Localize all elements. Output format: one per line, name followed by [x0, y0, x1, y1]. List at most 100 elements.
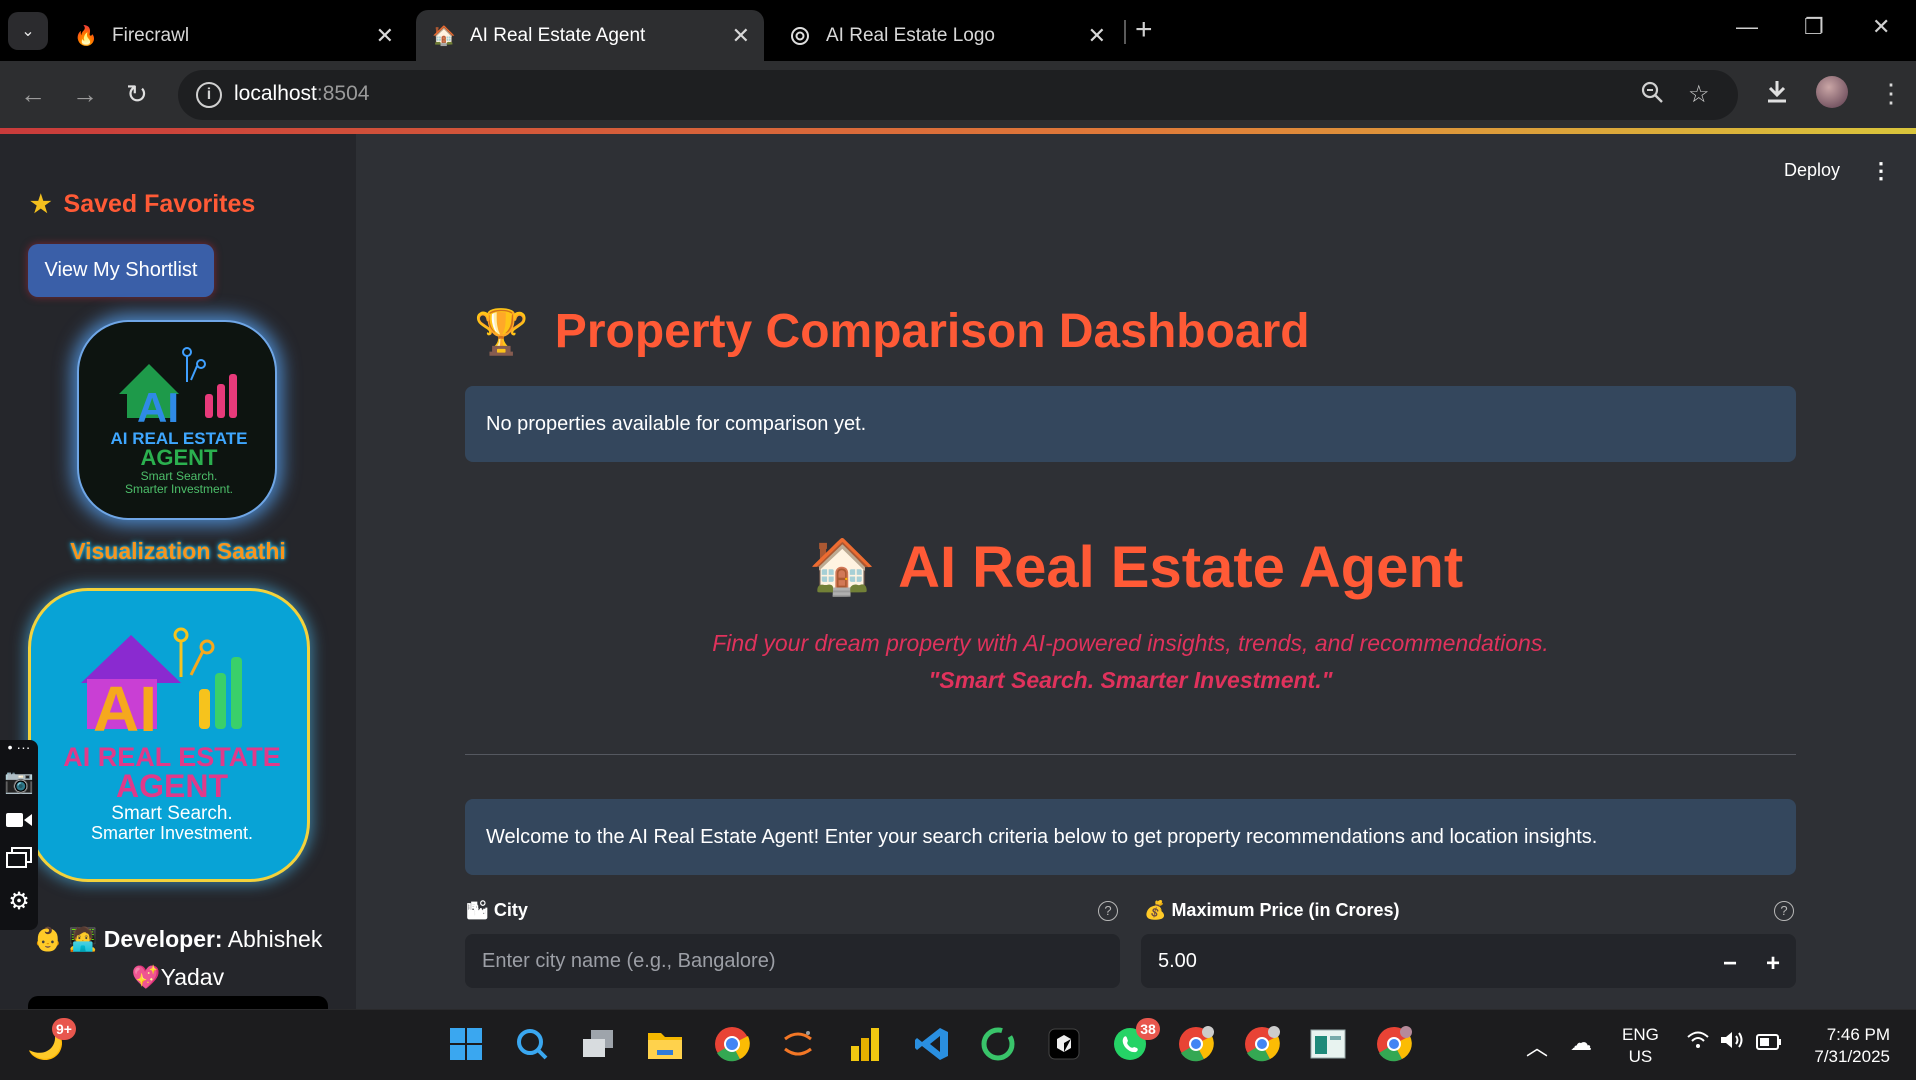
tab-title: Firecrawl	[112, 24, 190, 46]
restore-icon[interactable]: ❐	[1804, 14, 1824, 40]
city-label: 🏙 City	[466, 900, 528, 920]
house-icon: 🏠	[432, 25, 456, 47]
fire-icon: 🔥	[74, 25, 98, 47]
onedrive-icon[interactable]: ☁	[1570, 1030, 1592, 1056]
trophy-icon: 🏆	[474, 307, 529, 357]
agent-title: 🏠 AI Real Estate Agent	[808, 535, 1464, 600]
weather-moon-icon[interactable]: 🌙 9+	[26, 1018, 76, 1064]
logo-line2: AGENT	[141, 445, 219, 470]
money-bag-icon: 💰	[1144, 900, 1167, 920]
tab-title: AI Real Estate Agent	[470, 24, 646, 46]
weather-badge: 9+	[52, 1018, 76, 1040]
app-logo-blue: AI AI REAL ESTATE AGENT Smart Search. Sm…	[28, 588, 310, 882]
close-icon[interactable]: ✕	[376, 23, 394, 49]
profile-avatar[interactable]	[1816, 76, 1848, 108]
windows-stack-icon[interactable]	[0, 842, 38, 882]
forward-icon[interactable]: →	[72, 79, 98, 110]
chevron-down-icon: ⌄	[21, 23, 35, 40]
chrome-icon[interactable]	[712, 1024, 752, 1064]
chrome-profile-3-icon[interactable]	[1374, 1024, 1414, 1064]
price-help-icon[interactable]: ?	[1774, 901, 1794, 921]
jupyter-icon[interactable]	[778, 1024, 818, 1064]
chrome-profile-1-icon[interactable]	[1176, 1024, 1216, 1064]
tab-separator	[1124, 20, 1126, 44]
video-icon[interactable]	[0, 802, 38, 842]
main-content: Deploy ⋮ 🏆 Property Comparison Dashboard…	[356, 134, 1916, 1009]
camera-icon[interactable]: 📷	[0, 762, 38, 802]
system-clock[interactable]: 7:46 PM 7/31/2025	[1790, 1024, 1890, 1068]
tab-ai-real-estate-agent[interactable]: 🏠 AI Real Estate Agent ✕	[416, 10, 764, 61]
tab-ai-real-estate-logo[interactable]: AI Real Estate Logo ✕	[772, 10, 1120, 61]
more-dots-icon[interactable]: • ···	[0, 740, 38, 762]
logo-line3: Smart Search.	[141, 469, 218, 483]
price-label: 💰 Maximum Price (in Crores)	[1144, 900, 1400, 920]
city-input[interactable]: Enter city name (e.g., Bangalore)	[465, 934, 1120, 988]
house-icon: 🏠	[808, 537, 877, 597]
increment-button[interactable]: +	[1766, 950, 1780, 978]
close-window-icon[interactable]: ✕	[1872, 14, 1890, 40]
battery-icon[interactable]	[1756, 1030, 1782, 1056]
start-windows-icon[interactable]	[446, 1024, 486, 1064]
deploy-button[interactable]: Deploy	[1784, 160, 1840, 181]
close-icon[interactable]: ✕	[1088, 23, 1106, 49]
back-icon[interactable]: ←	[20, 79, 46, 110]
city-icon: 🏙	[466, 900, 489, 920]
address-bar[interactable]: i localhost:8504 ☆	[178, 70, 1738, 120]
power-bi-icon[interactable]	[845, 1024, 885, 1064]
logo-ai-text: AI	[137, 384, 179, 431]
notepad-app-icon[interactable]	[1308, 1024, 1348, 1064]
heart-icon: 💖	[131, 964, 161, 990]
saved-favorites-heading: ★ Saved Favorites	[30, 190, 256, 218]
new-tab-button[interactable]: +	[1135, 13, 1153, 47]
max-price-input[interactable]: 5.00	[1141, 934, 1796, 988]
search-icon[interactable]	[512, 1024, 552, 1064]
sidebar: ★ Saved Favorites View My Shortlist AI A…	[0, 134, 356, 1009]
comparison-empty-notice: No properties available for comparison y…	[465, 386, 1796, 462]
site-info-icon[interactable]: i	[196, 82, 222, 108]
minimize-icon[interactable]: —	[1736, 14, 1758, 40]
decrement-button[interactable]: −	[1723, 950, 1737, 978]
chevron-up-icon[interactable]: ︿	[1526, 1030, 1548, 1062]
visualization-saathi-label: Visualization Saathi	[70, 538, 286, 564]
screen-capture-toolbar: • ··· 📷 ⚙	[0, 740, 38, 930]
logo-line4: Smarter Investment.	[125, 482, 233, 496]
tab-title: AI Real Estate Logo	[826, 24, 995, 46]
whatsapp-icon[interactable]: 38	[1110, 1018, 1160, 1064]
task-view-icon[interactable]	[578, 1024, 618, 1064]
logo-ai-text: AI	[93, 673, 157, 745]
close-icon[interactable]: ✕	[732, 23, 750, 49]
tagline: Find your dream property with AI-powered…	[712, 630, 1549, 656]
language-indicator[interactable]: ENG US	[1622, 1024, 1659, 1068]
zoom-icon[interactable]	[1640, 80, 1664, 111]
app-logo-dark: AI AI REAL ESTATE AGENT Smart Search. Sm…	[77, 320, 277, 520]
wifi-icon[interactable]	[1686, 1030, 1710, 1056]
welcome-notice: Welcome to the AI Real Estate Agent! Ent…	[465, 799, 1796, 875]
settings-gear-icon[interactable]: ⚙	[0, 882, 38, 922]
tab-search-button[interactable]: ⌄	[8, 12, 48, 50]
file-explorer-icon[interactable]	[645, 1024, 685, 1064]
circle-app-icon[interactable]	[978, 1024, 1018, 1064]
app-menu-icon[interactable]: ⋮	[1870, 158, 1892, 184]
view-shortlist-button[interactable]: View My Shortlist	[28, 244, 214, 297]
whatsapp-badge: 38	[1136, 1018, 1160, 1040]
browser-toolbar: ← → ↻ i localhost:8504 ☆ ⋮	[0, 61, 1916, 128]
tab-firecrawl[interactable]: 🔥 Firecrawl ✕	[58, 10, 408, 61]
vscode-icon[interactable]	[912, 1024, 952, 1064]
developer-credit-line2: 💖Yadav	[131, 964, 225, 990]
download-icon[interactable]	[1764, 78, 1790, 111]
reload-icon[interactable]: ↻	[126, 79, 148, 110]
windows-taskbar: 🌙 9+ 38 ︿ ☁ ENG US 7:46 PM 7/31/2025	[0, 1009, 1916, 1080]
browser-tab-bar: ⌄ 🔥 Firecrawl ✕ 🏠 AI Real Estate Agent ✕…	[0, 0, 1916, 61]
section-divider	[465, 754, 1796, 755]
terminal-box-icon[interactable]	[1044, 1024, 1084, 1064]
comparison-heading: 🏆 Property Comparison Dashboard	[474, 305, 1310, 358]
browser-menu-icon[interactable]: ⋮	[1878, 78, 1904, 109]
chrome-profile-2-icon[interactable]	[1242, 1024, 1282, 1064]
city-help-icon[interactable]: ?	[1098, 901, 1118, 921]
logo-line4: Smarter Investment.	[91, 823, 253, 843]
bookmark-star-icon[interactable]: ☆	[1688, 80, 1710, 109]
star-icon: ★	[30, 191, 52, 218]
volume-icon[interactable]	[1720, 1030, 1746, 1056]
url-text[interactable]: localhost:8504	[234, 82, 369, 106]
max-price-value: 5.00	[1158, 949, 1197, 972]
